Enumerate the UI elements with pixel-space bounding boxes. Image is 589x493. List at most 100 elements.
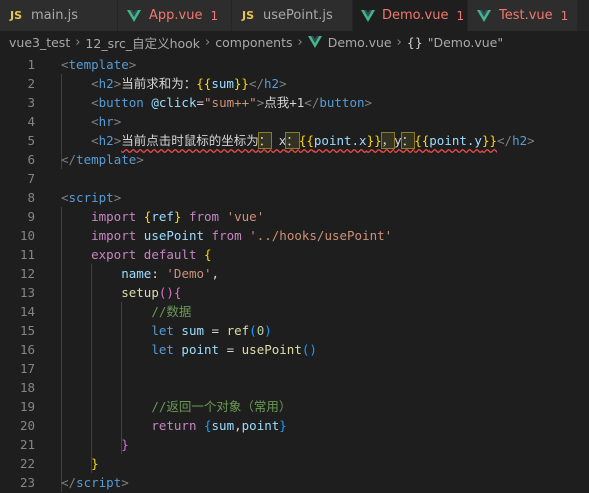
code-line[interactable]: 7 — [0, 169, 589, 188]
code-token: > — [113, 190, 122, 205]
code-line[interactable]: 20 return {sum,point} — [0, 416, 589, 435]
tab-demo-vue[interactable]: Demo.vue1× — [353, 0, 484, 31]
line-number: 15 — [19, 323, 35, 338]
breadcrumb-item-symbol[interactable]: "Demo.vue" — [428, 35, 503, 50]
line-number: 5 — [27, 133, 35, 148]
line-number: 20 — [19, 418, 35, 433]
code-line[interactable]: 8 <script> — [0, 188, 589, 207]
code-token: }} — [366, 133, 382, 148]
line-number: 18 — [19, 380, 35, 395]
code-token: > — [279, 76, 287, 91]
code-line[interactable]: 12 name: 'Demo', — [0, 264, 589, 283]
code-line[interactable]: 1 <template> — [0, 55, 589, 74]
code-line[interactable]: 21 } — [0, 435, 589, 454]
line-number: 21 — [19, 437, 35, 452]
line-number: 23 — [19, 475, 35, 490]
code-token: > — [136, 152, 144, 167]
code-line[interactable]: 18 — [0, 378, 589, 397]
tab-app-vue[interactable]: App.vue 1 — [118, 0, 232, 31]
code-text: //返回一个对象（常用） — [61, 397, 291, 416]
problem-count-badge: 1 — [456, 8, 465, 23]
code-token: y — [394, 133, 402, 148]
code-text: let point = usePoint() — [61, 340, 317, 359]
code-token: { — [173, 285, 182, 300]
code-token: < — [91, 95, 99, 110]
code-token: '../hooks/usePoint' — [249, 228, 393, 243]
code-token: </ — [304, 95, 320, 110]
breadcrumb-item-folder[interactable]: 12_src_自定义hook — [85, 33, 200, 52]
code-line[interactable]: 11 export default { — [0, 245, 589, 264]
code-token: name — [121, 266, 152, 281]
symbol-braces-icon: {} — [406, 34, 423, 50]
code-token: ( — [249, 323, 257, 338]
code-line[interactable]: 4 <hr> — [0, 112, 589, 131]
code-token: //返回一个对象（常用） — [151, 399, 292, 414]
code-line[interactable]: 13 setup(){ — [0, 283, 589, 302]
code-text: //数据 — [61, 302, 191, 321]
code-text: name: 'Demo', — [61, 264, 219, 283]
code-line[interactable]: 6 </template> — [0, 150, 589, 169]
code-text: <hr> — [61, 112, 121, 131]
code-token: > — [121, 475, 129, 490]
code-text: return {sum,point} — [61, 416, 287, 435]
code-text: } — [61, 454, 99, 473]
code-line[interactable]: 10 import usePoint from '../hooks/usePoi… — [0, 226, 589, 245]
code-line[interactable]: 15 let sum = ref(0) — [0, 321, 589, 340]
code-token: ref — [226, 323, 250, 338]
code-token: import — [91, 228, 137, 243]
code-token: ： — [257, 132, 273, 149]
code-token: point.y — [429, 133, 482, 148]
code-line[interactable]: 19 //返回一个对象（常用） — [0, 397, 589, 416]
code-token: default — [143, 247, 197, 262]
code-line[interactable]: 16 let point = usePoint() — [0, 340, 589, 359]
code-token: usePoint — [143, 228, 205, 243]
line-number: 19 — [19, 399, 35, 414]
code-token: = — [196, 95, 205, 110]
code-token: < — [91, 76, 99, 91]
chevron-right-icon: › — [75, 34, 81, 50]
code-line[interactable]: 2 <h2>当前求和为：{{sum}}</h2> — [0, 74, 589, 93]
code-line[interactable]: 5 <h2>当前点击时鼠标的坐标为： x：{{point.x}}，y：{{poi… — [0, 131, 589, 150]
code-text: <template> — [61, 55, 136, 74]
code-token: {{ — [196, 76, 212, 91]
breadcrumb-item-components[interactable]: components — [215, 35, 292, 50]
code-line[interactable]: 14 //数据 — [0, 302, 589, 321]
code-token: //数据 — [151, 304, 192, 319]
breadcrumb-item-project[interactable]: vue3_test — [9, 35, 70, 50]
tab-usepoint-js[interactable]: JS usePoint.js — [232, 0, 353, 31]
line-number: 3 — [27, 95, 35, 110]
line-number: 9 — [27, 209, 35, 224]
code-text: let sum = ref(0) — [61, 321, 271, 340]
code-line[interactable]: 3 <button @click="sum++">点我+1</button> — [0, 93, 589, 112]
code-token: ref — [151, 209, 174, 224]
tab-test-vue[interactable]: Test.vue 1 — [468, 0, 578, 31]
breadcrumb-item-file[interactable]: Demo.vue — [328, 35, 392, 50]
code-editor[interactable]: 1 <template> 2 <h2>当前求和为：{{sum}}</h2> 3 <bu… — [0, 53, 589, 493]
code-token: () — [158, 285, 174, 300]
code-token: , — [211, 266, 220, 281]
code-line[interactable]: 23 </script> — [0, 473, 589, 492]
code-token: script — [76, 475, 122, 490]
editor-tab-bar: JSmain.jsApp.vue1JSusePoint.jsDemo.vue1×… — [0, 0, 589, 31]
tab-main-js[interactable]: JS main.js — [0, 0, 118, 31]
vue-file-icon — [476, 9, 492, 23]
code-token: from — [211, 228, 242, 243]
code-token: h2 — [512, 133, 528, 148]
code-token: h2 — [98, 76, 114, 91]
code-token: > — [128, 57, 137, 72]
code-line[interactable]: 9 import {ref} from 'vue' — [0, 207, 589, 226]
line-number: 22 — [19, 456, 35, 471]
code-line[interactable]: 22 } — [0, 454, 589, 473]
code-token: point — [181, 342, 220, 357]
code-line[interactable]: 17 — [0, 359, 589, 378]
